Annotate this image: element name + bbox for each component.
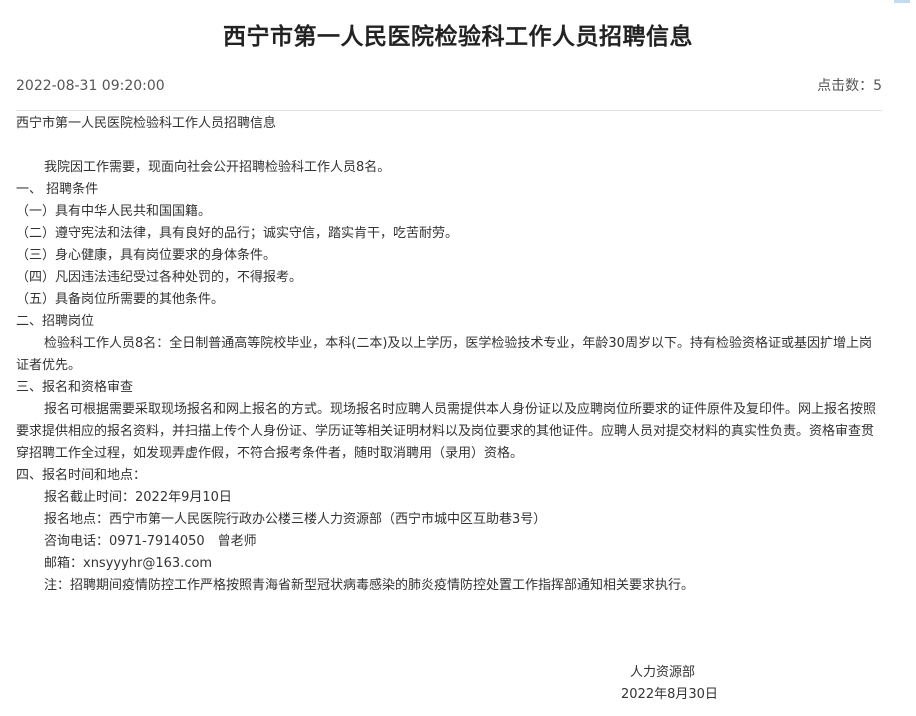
deadline-line: 报名截止时间：2022年9月10日	[44, 490, 232, 505]
article-title: 西宁市第一人民医院检验科工作人员招聘信息	[223, 24, 693, 50]
condition-item: （四）凡因违法违纪受过各种处罚的，不得报考。	[16, 270, 303, 285]
article-body: 西宁市第一人民医院检验科工作人员招聘信息 我院因工作需要，现面向社会公开招聘检验…	[16, 113, 882, 597]
content-heading: 西宁市第一人民医院检验科工作人员招聘信息	[16, 116, 277, 131]
condition-item: （一）具有中华人民共和国国籍。	[16, 204, 212, 219]
phone-line: 咨询电话：0971-7914050 曾老师	[44, 534, 257, 549]
condition-item: （五）具备岗位所需要的其他条件。	[16, 292, 225, 307]
click-count: 点击数：5	[817, 78, 882, 94]
section-title-time-place: 四、报名时间和地点：	[16, 468, 147, 483]
condition-item: （三）身心健康，具有岗位要求的身体条件。	[16, 248, 277, 263]
note-line: 注：招聘期间疫情防控工作严格按照青海省新型冠状病毒感染的肺炎疫情防控处置工作指挥…	[44, 578, 695, 593]
location-line: 报名地点：西宁市第一人民医院行政办公楼三楼人力资源部（西宁市城中区互助巷3号）	[44, 512, 547, 527]
condition-item: （二）遵守宪法和法律，具有良好的品行；诚实守信，踏实肯干，吃苦耐劳。	[16, 226, 459, 241]
publish-date: 2022-08-31 09:20:00	[16, 78, 165, 94]
corner-decoration	[894, 0, 910, 3]
intro-paragraph: 我院因工作需要，现面向社会公开招聘检验科工作人员8名。	[44, 160, 391, 175]
article-meta: 2022-08-31 09:20:00 点击数：5	[16, 76, 882, 96]
registration-paragraph: 报名可根据需要采取现场报名和网上报名的方式。现场报名时应聘人员需提供本人身份证以…	[16, 402, 877, 461]
section-title-registration: 三、报名和资格审查	[16, 380, 134, 395]
signature-department-text: 人力资源部	[630, 665, 696, 680]
divider	[16, 110, 882, 111]
section-title-conditions: 一、 招聘条件	[16, 182, 99, 197]
position-paragraph: 检验科工作人员8名：全日制普通高等院校毕业，本科(二本)及以上学历，医学检验技术…	[16, 336, 872, 373]
section-title-position: 二、招聘岗位	[16, 314, 95, 329]
signature-date-text: 2022年8月30日	[621, 687, 718, 702]
email-line: 邮箱：xnsyyyhr@163.com	[44, 556, 213, 571]
